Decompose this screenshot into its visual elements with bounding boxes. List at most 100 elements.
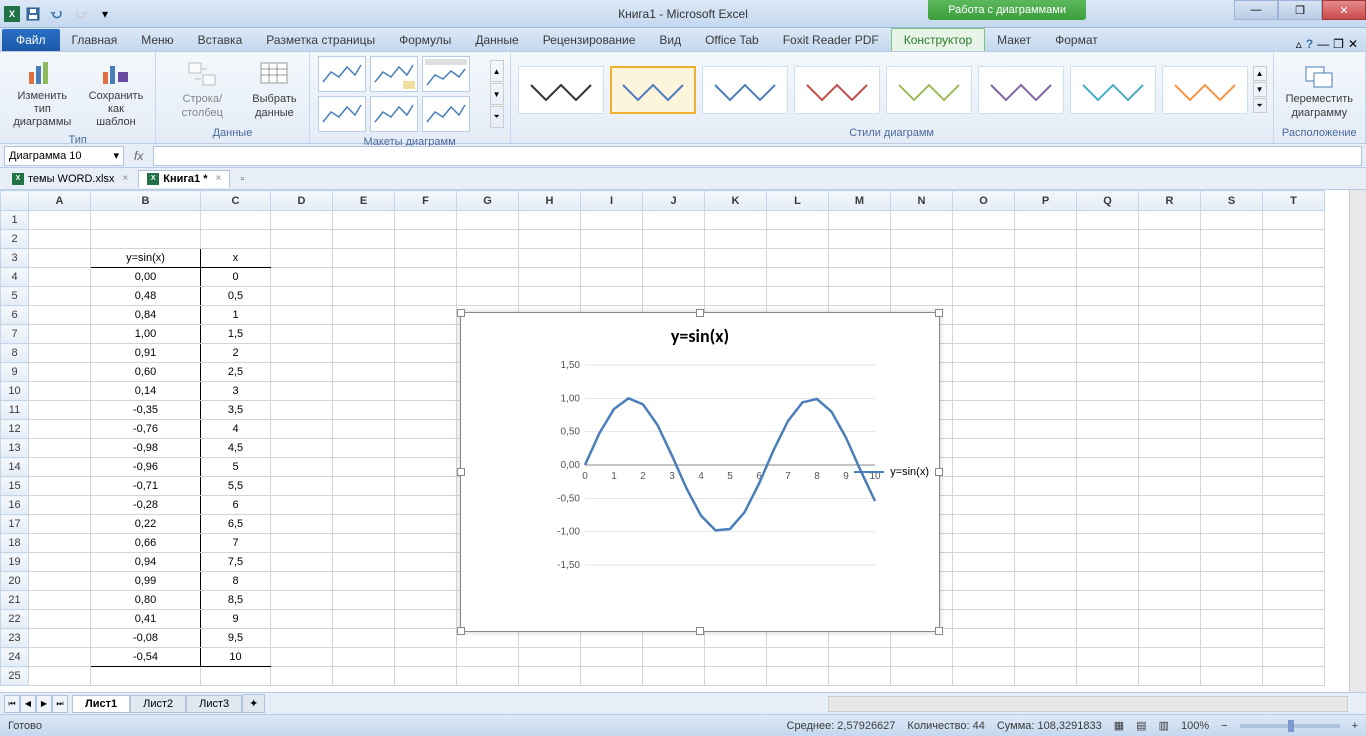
- move-chart-button[interactable]: Переместить диаграмму: [1280, 57, 1359, 121]
- ribbon: Изменить тип диаграммы Сохранить как шаб…: [0, 52, 1366, 144]
- tab-insert[interactable]: Вставка: [186, 29, 255, 51]
- tab-home[interactable]: Главная: [60, 29, 130, 51]
- tab-page-layout[interactable]: Разметка страницы: [254, 29, 387, 51]
- tab-foxit[interactable]: Foxit Reader PDF: [771, 29, 891, 51]
- help-icon[interactable]: ?: [1306, 37, 1313, 51]
- svg-text:1,00: 1,00: [561, 393, 581, 404]
- doc-tab-close-icon[interactable]: ×: [122, 173, 128, 184]
- chart-style-8[interactable]: [1162, 66, 1248, 114]
- svg-text:1,50: 1,50: [561, 360, 581, 371]
- styles-down-icon[interactable]: ▼: [1253, 82, 1267, 97]
- view-page-break-icon[interactable]: ▥: [1159, 719, 1169, 732]
- svg-text:7: 7: [785, 471, 791, 482]
- chart-layout-3[interactable]: [422, 56, 470, 92]
- spreadsheet-grid: ABCDEFGHIJKLMNOPQRST123y=sin(x)x40,00050…: [0, 190, 1366, 692]
- maximize-button[interactable]: ❐: [1278, 0, 1322, 20]
- chart-legend[interactable]: y=sin(x): [854, 466, 929, 478]
- tab-data[interactable]: Данные: [463, 29, 530, 51]
- tab-office-tab[interactable]: Office Tab: [693, 29, 771, 51]
- sheet-tab-1[interactable]: Лист1: [72, 695, 130, 713]
- layouts-down-icon[interactable]: ▼: [490, 83, 504, 105]
- tab-design[interactable]: Конструктор: [891, 28, 985, 51]
- view-normal-icon[interactable]: ▦: [1114, 719, 1124, 732]
- svg-text:8: 8: [814, 471, 820, 482]
- group-data: Строка/столбец Выбрать данные Данные: [156, 52, 309, 143]
- change-chart-type-button[interactable]: Изменить тип диаграммы: [6, 54, 79, 132]
- svg-text:-1,00: -1,00: [557, 527, 580, 538]
- doc-tab-new[interactable]: ▫: [232, 171, 252, 187]
- chart-layout-6[interactable]: [422, 96, 470, 132]
- zoom-slider[interactable]: [1240, 724, 1340, 728]
- doc-close-icon[interactable]: ✕: [1348, 37, 1358, 51]
- styles-more-icon[interactable]: ⏷: [1253, 98, 1267, 113]
- excel-icon[interactable]: X: [4, 6, 20, 22]
- fx-icon[interactable]: fx: [128, 149, 149, 163]
- chart-layout-2[interactable]: [370, 56, 418, 92]
- chart-layout-4[interactable]: [318, 96, 366, 132]
- chart-style-4[interactable]: [794, 66, 880, 114]
- svg-text:1: 1: [611, 471, 617, 482]
- vertical-scrollbar[interactable]: [1349, 190, 1366, 692]
- chart-style-2[interactable]: [610, 66, 696, 114]
- sheet-tab-3[interactable]: Лист3: [186, 695, 242, 713]
- tab-format[interactable]: Формат: [1043, 29, 1110, 51]
- group-type: Изменить тип диаграммы Сохранить как шаб…: [0, 52, 156, 143]
- ribbon-minimize-icon[interactable]: ▵: [1296, 37, 1302, 51]
- doc-tab-1[interactable]: X темы WORD.xlsx ×: [4, 171, 136, 187]
- doc-restore-icon[interactable]: ❐: [1333, 37, 1344, 51]
- name-box-dropdown-icon[interactable]: ▾: [113, 149, 119, 162]
- save-icon[interactable]: [22, 3, 44, 25]
- doc-tab-close-icon[interactable]: ×: [216, 173, 222, 184]
- formula-input[interactable]: [153, 146, 1362, 166]
- svg-text:0,50: 0,50: [561, 427, 581, 438]
- sheet-nav-next-icon[interactable]: ▶: [36, 695, 52, 713]
- doc-minimize-icon[interactable]: —: [1317, 37, 1329, 51]
- close-button[interactable]: ✕: [1322, 0, 1366, 20]
- save-as-template-button[interactable]: Сохранить как шаблон: [83, 54, 150, 132]
- chart-style-5[interactable]: [886, 66, 972, 114]
- switch-icon: [186, 59, 218, 91]
- view-page-layout-icon[interactable]: ▤: [1136, 719, 1146, 732]
- chart-object[interactable]: y=sin(x) -1,50-1,00-0,500,000,501,001,50…: [460, 312, 940, 632]
- sheet-nav-last-icon[interactable]: ⏭: [52, 695, 68, 713]
- group-location: Переместить диаграмму Расположение: [1274, 52, 1366, 143]
- quick-access-toolbar: X ▾: [4, 3, 116, 25]
- qat-dropdown-icon[interactable]: ▾: [94, 3, 116, 25]
- zoom-level[interactable]: 100%: [1181, 720, 1209, 732]
- chart-layout-5[interactable]: [370, 96, 418, 132]
- chart-layout-1[interactable]: [318, 56, 366, 92]
- doc-tab-2[interactable]: X Книга1 * ×: [138, 170, 230, 188]
- select-data-button[interactable]: Выбрать данные: [246, 57, 302, 121]
- tab-formulas[interactable]: Формулы: [387, 29, 463, 51]
- sheet-nav-first-icon[interactable]: ⏮: [4, 695, 20, 713]
- horizontal-scrollbar[interactable]: [828, 696, 1348, 712]
- svg-text:5: 5: [727, 471, 733, 482]
- tab-view[interactable]: Вид: [647, 29, 693, 51]
- layouts-up-icon[interactable]: ▲: [490, 60, 504, 82]
- minimize-button[interactable]: —: [1234, 0, 1278, 20]
- chart-style-7[interactable]: [1070, 66, 1156, 114]
- sheet-nav-prev-icon[interactable]: ◀: [20, 695, 36, 713]
- layouts-more-icon[interactable]: ⏷: [490, 106, 504, 128]
- styles-up-icon[interactable]: ▲: [1253, 66, 1267, 81]
- document-tabs: X темы WORD.xlsx × X Книга1 * × ▫: [0, 168, 1366, 190]
- window-title: Книга1 - Microsoft Excel: [618, 7, 748, 21]
- undo-icon[interactable]: [46, 3, 68, 25]
- zoom-in-button[interactable]: +: [1352, 720, 1358, 732]
- chart-title[interactable]: y=sin(x): [461, 313, 939, 351]
- name-box[interactable]: Диаграмма 10▾: [4, 146, 124, 166]
- sheet-tab-new[interactable]: ✦: [242, 694, 265, 713]
- chart-style-3[interactable]: [702, 66, 788, 114]
- ribbon-tabs: Файл Главная Меню Вставка Разметка стран…: [0, 28, 1366, 52]
- tab-review[interactable]: Рецензирование: [531, 29, 648, 51]
- tab-menu[interactable]: Меню: [129, 29, 185, 51]
- chart-style-6[interactable]: [978, 66, 1064, 114]
- zoom-out-button[interactable]: −: [1221, 720, 1227, 732]
- switch-row-column-button[interactable]: Строка/столбец: [162, 57, 242, 121]
- redo-icon[interactable]: [70, 3, 92, 25]
- select-data-icon: [258, 59, 290, 91]
- file-tab[interactable]: Файл: [2, 29, 60, 51]
- sheet-tab-2[interactable]: Лист2: [130, 695, 186, 713]
- tab-layout[interactable]: Макет: [985, 29, 1043, 51]
- chart-style-1[interactable]: [518, 66, 604, 114]
